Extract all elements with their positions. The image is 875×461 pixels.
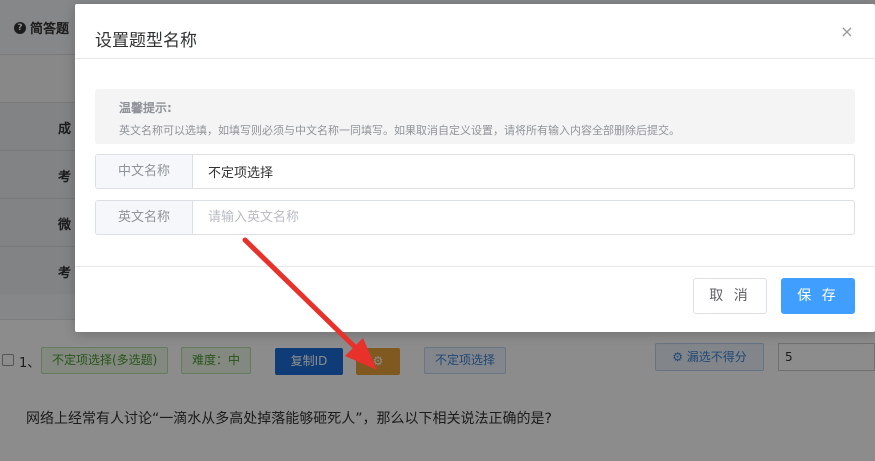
- tip-box: 温馨提示: 英文名称可以选填，如填写则必须与中文名称一同填写。如果取消自定义设置…: [95, 89, 855, 144]
- set-type-name-dialog: 设置题型名称 × 温馨提示: 英文名称可以选填，如填写则必须与中文名称一同填写。…: [75, 4, 875, 332]
- tip-title: 温馨提示:: [119, 101, 172, 115]
- chinese-name-input[interactable]: [194, 155, 854, 188]
- tip-text: 英文名称可以选填，如填写则必须与中文名称一同填写。如果取消自定义设置，请将所有输…: [119, 124, 680, 137]
- dialog-header: 设置题型名称 ×: [75, 4, 875, 59]
- chinese-name-row: 中文名称: [95, 154, 855, 189]
- cancel-button[interactable]: 取 消: [693, 278, 767, 314]
- chinese-name-label: 中文名称: [96, 155, 193, 188]
- save-button[interactable]: 保 存: [781, 278, 855, 314]
- dialog-footer: 取 消 保 存: [75, 266, 875, 332]
- close-icon[interactable]: ×: [839, 24, 855, 40]
- english-name-label: 英文名称: [96, 201, 193, 234]
- english-name-row: 英文名称: [95, 200, 855, 235]
- dialog-title: 设置题型名称: [95, 31, 197, 51]
- english-name-input[interactable]: [194, 201, 854, 234]
